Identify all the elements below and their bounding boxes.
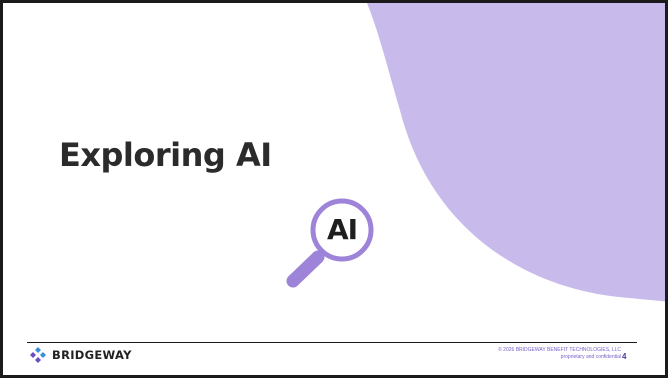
footer-divider [27,342,637,343]
bridgeway-logo-icon [30,347,46,363]
copyright-line-1: © 2026 BRIDGEWAY BENEFIT TECHNOLOGIES, L… [498,347,621,353]
copyright-notice: © 2026 BRIDGEWAY BENEFIT TECHNOLOGIES, L… [498,347,621,361]
logo-wordmark: BRIDGEWAY [52,348,132,362]
copyright-line-2: proprietary and confidential [560,354,621,360]
magnifier-label: AI [326,213,358,246]
presentation-slide: Exploring AI AI BRIDGEWAY © 2026 BRIDGEW… [0,0,668,378]
page-number: 4 [622,352,627,361]
slide-title: Exploring AI [59,136,272,174]
company-logo: BRIDGEWAY [30,346,132,364]
